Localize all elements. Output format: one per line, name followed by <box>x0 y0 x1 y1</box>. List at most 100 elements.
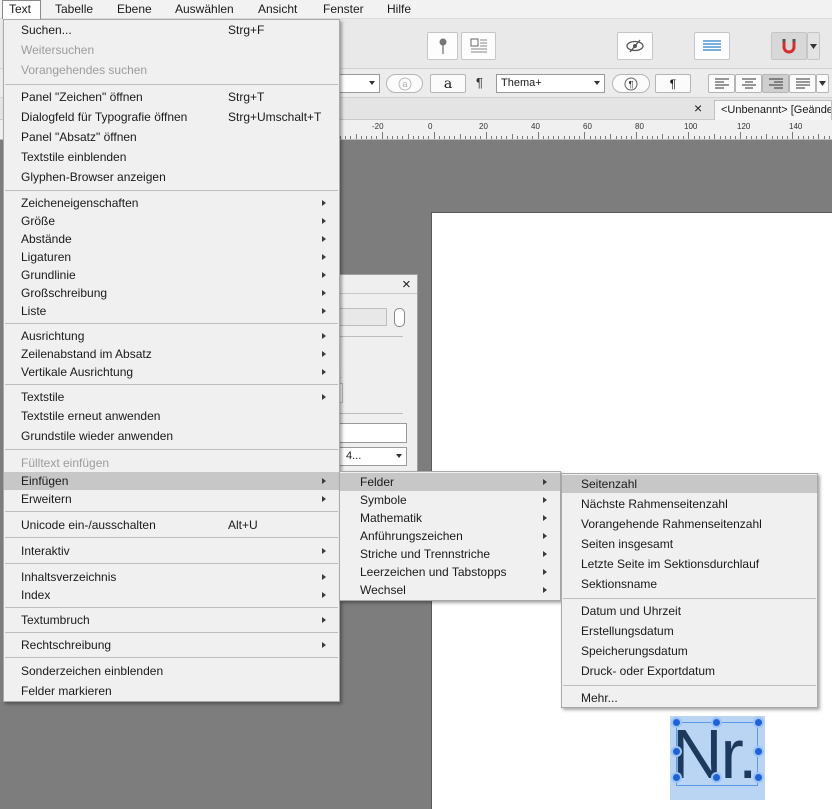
submenu-item-anfuehrungszeichen[interactable]: Anführungszeichen <box>340 527 560 545</box>
snapping-dropdown-button[interactable] <box>807 32 820 60</box>
ruler-label: 100 <box>684 122 698 131</box>
menu-item-grossschreibung[interactable]: Großschreibung <box>4 284 339 302</box>
menu-item-einfuegen[interactable]: Einfügen <box>4 472 339 490</box>
text-wrap-icon <box>470 38 487 53</box>
menu-auswaehlen[interactable]: Auswählen <box>175 2 234 16</box>
snapping-button[interactable] <box>771 32 807 60</box>
field-item-seitenzahl[interactable]: Seitenzahl <box>562 475 817 493</box>
menu-item-textstile[interactable]: Textstile <box>4 388 339 406</box>
panel-text-field[interactable] <box>331 423 407 443</box>
field-item-erstellungsdatum[interactable]: Erstellungsdatum <box>562 622 817 640</box>
resize-handle[interactable] <box>711 717 722 728</box>
menu-ansicht[interactable]: Ansicht <box>258 2 297 16</box>
justify-button[interactable] <box>789 74 816 93</box>
menu-item-abstaende[interactable]: Abstände <box>4 230 339 248</box>
text-wrap-button[interactable] <box>461 32 496 60</box>
field-item-datum-uhrzeit[interactable]: Datum und Uhrzeit <box>562 602 817 620</box>
glyph-a-button[interactable]: a <box>430 74 466 93</box>
resize-handle[interactable] <box>671 772 682 783</box>
pin-button[interactable] <box>427 32 458 60</box>
align-left-button[interactable] <box>708 74 735 93</box>
document-tab[interactable]: <Unbenannt> [Geänderte] <box>714 100 832 120</box>
field-item-letzte-seite[interactable]: Letzte Seite im Sektionsdurchlauf <box>562 555 817 573</box>
menu-item-inhaltsverzeichnis[interactable]: Inhaltsverzeichnis <box>4 568 339 586</box>
paragraph-panel-button[interactable]: ¶ <box>655 74 691 93</box>
menu-tabelle[interactable]: Tabelle <box>55 2 93 16</box>
paragraph-style-select[interactable]: Thema+ <box>496 74 605 93</box>
text-frame[interactable]: Nr. <box>670 715 765 800</box>
align-right-button[interactable] <box>762 74 789 93</box>
submenu-item-felder[interactable]: Felder <box>340 473 560 491</box>
resize-handle[interactable] <box>753 717 764 728</box>
svg-text:a: a <box>402 80 408 90</box>
menu-item-textstile-einblenden[interactable]: Textstile einblenden <box>4 148 339 166</box>
panel-close-icon[interactable]: × <box>402 277 411 292</box>
menu-fenster[interactable]: Fenster <box>323 2 364 16</box>
menu-item-interaktiv[interactable]: Interaktiv <box>4 542 339 560</box>
menu-item-sonderzeichen[interactable]: Sonderzeichen einblenden <box>4 662 339 680</box>
menu-item-felder-markieren[interactable]: Felder markieren <box>4 682 339 700</box>
menu-item-grundlinie[interactable]: Grundlinie <box>4 266 339 284</box>
field-item-seiten-insgesamt[interactable]: Seiten insgesamt <box>562 535 817 553</box>
menu-item-zeicheneigenschaften[interactable]: Zeicheneigenschaften <box>4 194 339 212</box>
close-tab-icon[interactable]: × <box>694 101 702 115</box>
menu-item-zeilenabstand[interactable]: Zeilenabstand im Absatz <box>4 345 339 363</box>
menu-item-textumbruch[interactable]: Textumbruch <box>4 611 339 629</box>
menu-item-unicode[interactable]: Unicode ein-/ausschalten Alt+U <box>4 516 339 534</box>
field-item-sektionsname[interactable]: Sektionsname <box>562 575 817 593</box>
baseline-grid-button[interactable] <box>694 32 730 60</box>
submenu-arrow-icon <box>322 308 326 314</box>
menu-item-textstile-erneut[interactable]: Textstile erneut anwenden <box>4 407 339 425</box>
menu-item-suchen[interactable]: Suchen... Strg+F <box>4 21 339 39</box>
submenu-item-striche[interactable]: Striche und Trennstriche <box>340 545 560 563</box>
view-mode-button[interactable] <box>617 32 653 60</box>
menu-item-label: Dialogfeld für Typografie öffnen <box>21 110 188 124</box>
menu-item-panel-absatz[interactable]: Panel "Absatz" öffnen <box>4 128 339 146</box>
menu-item-glyphen-browser[interactable]: Glyphen-Browser anzeigen <box>4 168 339 186</box>
resize-handle[interactable] <box>671 746 682 757</box>
field-item-speicherungsdatum[interactable]: Speicherungsdatum <box>562 642 817 660</box>
panel-stepper[interactable] <box>394 308 405 327</box>
menu-item-ausrichtung[interactable]: Ausrichtung <box>4 327 339 345</box>
menu-text[interactable]: Text <box>9 2 31 16</box>
field-item-mehr[interactable]: Mehr... <box>562 689 817 707</box>
field-item-druck-exportdatum[interactable]: Druck- oder Exportdatum <box>562 662 817 680</box>
submenu-item-symbole[interactable]: Symbole <box>340 491 560 509</box>
menu-ebene[interactable]: Ebene <box>117 2 152 16</box>
align-center-button[interactable] <box>735 74 762 93</box>
resize-handle[interactable] <box>711 772 722 783</box>
menu-item-ligaturen[interactable]: Ligaturen <box>4 248 339 266</box>
menu-item-groesse[interactable]: Größe <box>4 212 339 230</box>
ruler-tick <box>382 132 383 139</box>
menu-item-vertikale-ausrichtung[interactable]: Vertikale Ausrichtung <box>4 363 339 381</box>
ruler-tick <box>340 136 341 139</box>
menu-item-panel-zeichen[interactable]: Panel "Zeichen" öffnen Strg+T <box>4 88 339 106</box>
pin-icon <box>439 38 446 54</box>
menu-hilfe[interactable]: Hilfe <box>387 2 411 16</box>
menu-item-label: Symbole <box>360 493 407 507</box>
submenu-item-mathematik[interactable]: Mathematik <box>340 509 560 527</box>
resize-handle[interactable] <box>671 717 682 728</box>
field-item-vorangehende-rahmenseitenzahl[interactable]: Vorangehende Rahmenseitenzahl <box>562 515 817 533</box>
field-item-naechste-rahmenseitenzahl[interactable]: Nächste Rahmenseitenzahl <box>562 495 817 513</box>
resize-handle[interactable] <box>753 772 764 783</box>
paragraph-style-button[interactable]: ¶ <box>612 74 650 93</box>
menu-item-typografie[interactable]: Dialogfeld für Typografie öffnen Strg+Ums… <box>4 108 339 126</box>
panel-select[interactable]: 4... <box>331 447 407 466</box>
menu-item-grundstile[interactable]: Grundstile wieder anwenden <box>4 427 339 445</box>
ruler-tick <box>366 136 367 139</box>
submenu-item-wechsel[interactable]: Wechsel <box>340 581 560 599</box>
menu-item-rechtschreibung[interactable]: Rechtschreibung <box>4 636 339 654</box>
align-center-icon <box>741 78 756 89</box>
menu-item-erweitern[interactable]: Erweitern <box>4 490 339 508</box>
menu-item-shortcut: Alt+U <box>228 518 258 532</box>
menu-item-index[interactable]: Index <box>4 586 339 604</box>
submenu-item-leerzeichen[interactable]: Leerzeichen und Tabstopps <box>340 563 560 581</box>
submenu-arrow-icon <box>322 351 326 357</box>
ruler-tick <box>413 136 414 139</box>
menu-item-label: Erweitern <box>21 492 72 506</box>
resize-handle[interactable] <box>753 746 764 757</box>
menu-item-liste[interactable]: Liste <box>4 302 339 320</box>
alignment-dropdown-button[interactable] <box>816 74 829 93</box>
text-menu: Suchen... Strg+F Weitersuchen Vorangehend… <box>3 19 340 702</box>
